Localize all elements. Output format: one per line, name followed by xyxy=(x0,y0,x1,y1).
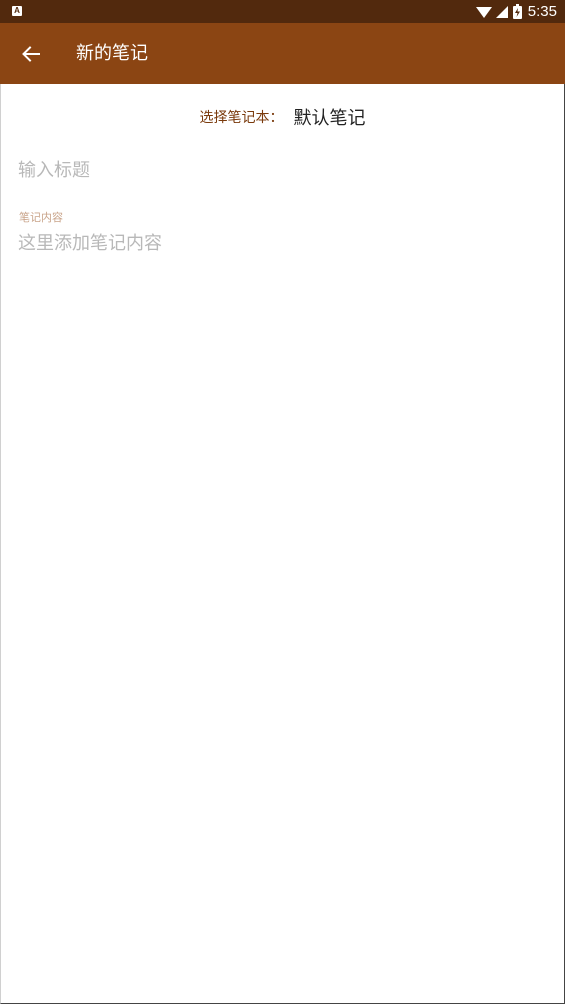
cell-signal-icon xyxy=(495,5,508,18)
wifi-icon xyxy=(475,6,492,18)
title-input[interactable] xyxy=(18,152,548,188)
back-button[interactable] xyxy=(11,34,51,74)
content-floating-label: 笔记内容 xyxy=(19,211,63,224)
app-bar: 新的笔记 xyxy=(0,23,565,84)
notebook-selector: 选择笔记本： 默认笔记 xyxy=(0,100,565,134)
app-notification-icon: A xyxy=(12,6,22,16)
page-title: 新的笔记 xyxy=(76,43,148,64)
status-time: 5:35 xyxy=(527,3,557,20)
content-input[interactable] xyxy=(18,229,548,269)
arrow-back-icon xyxy=(22,46,40,62)
status-bar: A 5:35 xyxy=(0,0,565,23)
notebook-dropdown[interactable]: 默认笔记 xyxy=(294,104,366,130)
notebook-selector-label: 选择笔记本： xyxy=(199,110,284,126)
status-icons: 5:35 xyxy=(475,0,557,23)
battery-icon xyxy=(512,4,522,19)
content-area xyxy=(0,84,565,1004)
